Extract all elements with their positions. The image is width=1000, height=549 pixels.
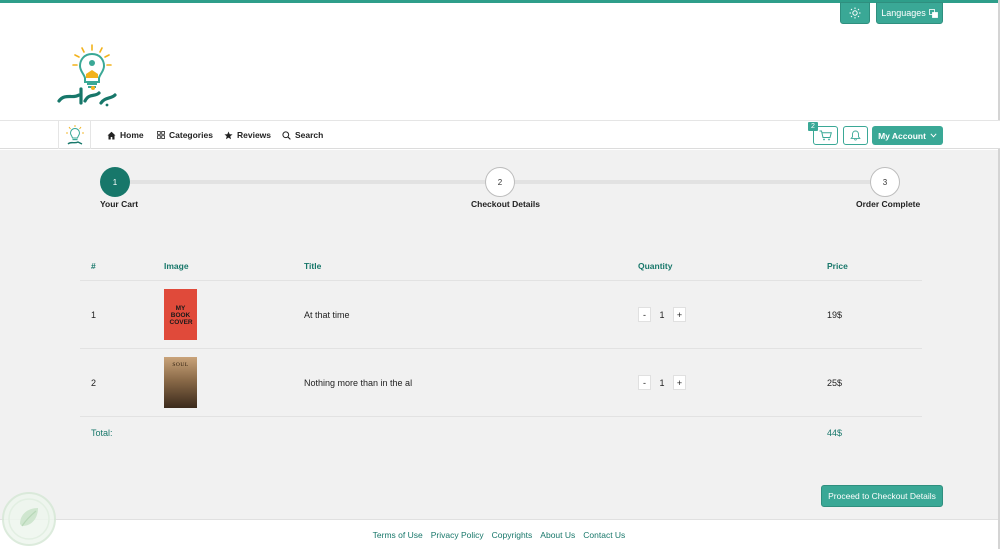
footer-link-about[interactable]: About Us bbox=[540, 530, 575, 540]
theme-toggle-button[interactable] bbox=[840, 2, 870, 24]
bell-icon bbox=[850, 130, 861, 141]
nav-logo[interactable] bbox=[58, 121, 91, 149]
row-2-quantity-stepper: - 1 + bbox=[638, 375, 686, 390]
chevron-down-icon bbox=[930, 133, 937, 138]
total-label: Total: bbox=[91, 428, 113, 438]
row-2-title[interactable]: Nothing more than in the al bbox=[304, 378, 412, 388]
footer-link-privacy[interactable]: Privacy Policy bbox=[431, 530, 484, 540]
step-3-circle: 3 bbox=[870, 167, 900, 197]
row-1-quantity-stepper: - 1 + bbox=[638, 307, 686, 322]
sun-icon bbox=[849, 7, 861, 19]
grid-icon bbox=[157, 131, 165, 139]
languages-label: Languages bbox=[881, 8, 926, 18]
nav-search[interactable]: Search bbox=[282, 121, 323, 149]
row-1-quantity-value: 1 bbox=[659, 309, 665, 320]
nav-categories[interactable]: Categories bbox=[157, 121, 213, 149]
nav-categories-label: Categories bbox=[169, 130, 213, 140]
total-value: 44$ bbox=[827, 428, 843, 438]
footer-link-copyrights[interactable]: Copyrights bbox=[492, 530, 533, 540]
row-1-cover-text: MY BOOK COVER bbox=[169, 305, 193, 326]
row-2-decrease-button[interactable]: - bbox=[638, 375, 651, 390]
column-header-number: # bbox=[91, 261, 96, 271]
row-2-number: 2 bbox=[91, 378, 97, 388]
my-account-label: My Account bbox=[878, 130, 926, 141]
site-logo[interactable] bbox=[55, 43, 121, 111]
proceed-to-checkout-button[interactable]: Proceed to Checkout Details bbox=[821, 485, 943, 507]
row-2-price: 25$ bbox=[827, 378, 843, 388]
column-header-price: Price bbox=[827, 261, 848, 271]
row-2-cover-text: SOUL bbox=[172, 362, 189, 368]
footer-link-contact[interactable]: Contact Us bbox=[583, 530, 625, 540]
step-3-label: Order Complete bbox=[856, 199, 921, 209]
row-2-quantity-value: 1 bbox=[659, 377, 665, 388]
nav-search-label: Search bbox=[295, 130, 324, 140]
my-account-dropdown[interactable]: My Account bbox=[872, 126, 943, 145]
row-1-title[interactable]: At that time bbox=[304, 310, 350, 320]
row-1-decrease-button[interactable]: - bbox=[638, 307, 651, 322]
column-header-image: Image bbox=[164, 261, 189, 271]
step-1-label: Your Cart bbox=[100, 199, 139, 209]
home-icon bbox=[107, 131, 116, 139]
step-2-circle: 2 bbox=[485, 167, 515, 197]
row-2-book-cover[interactable]: SOUL bbox=[164, 357, 197, 408]
footer-link-terms[interactable]: Terms of Use bbox=[373, 530, 423, 540]
cart-icon bbox=[819, 130, 832, 141]
footer: Terms of Use Privacy Policy Copyrights A… bbox=[0, 519, 998, 549]
translate-icon bbox=[928, 8, 938, 18]
step-connector-2 bbox=[500, 180, 885, 184]
step-2-label: Checkout Details bbox=[471, 199, 540, 209]
row-1-book-cover[interactable]: MY BOOK COVER bbox=[164, 289, 197, 340]
search-icon bbox=[282, 130, 291, 140]
column-header-title: Title bbox=[304, 261, 322, 271]
cart-count-badge: 2 bbox=[808, 122, 818, 131]
row-1-increase-button[interactable]: + bbox=[673, 307, 686, 322]
nav-reviews[interactable]: Reviews bbox=[224, 121, 271, 149]
notifications-button[interactable] bbox=[843, 126, 868, 145]
main-navbar: Home Categories Reviews Search 2 My Acco… bbox=[0, 120, 1000, 149]
table-divider bbox=[80, 416, 922, 417]
lightbulb-logo-icon bbox=[65, 125, 84, 145]
nav-home-label: Home bbox=[120, 130, 144, 140]
nav-home[interactable]: Home bbox=[107, 121, 144, 149]
table-divider bbox=[80, 348, 922, 349]
row-1-price: 19$ bbox=[827, 310, 843, 320]
leaf-watermark-icon bbox=[2, 492, 56, 546]
nav-reviews-label: Reviews bbox=[237, 130, 272, 140]
column-header-quantity: Quantity bbox=[638, 261, 673, 271]
languages-button[interactable]: Languages bbox=[876, 2, 943, 24]
table-divider bbox=[80, 280, 922, 281]
star-icon bbox=[224, 130, 233, 139]
row-2-increase-button[interactable]: + bbox=[673, 375, 686, 390]
row-1-number: 1 bbox=[91, 310, 97, 320]
step-connector-1 bbox=[114, 180, 500, 184]
step-1-circle: 1 bbox=[100, 167, 130, 197]
